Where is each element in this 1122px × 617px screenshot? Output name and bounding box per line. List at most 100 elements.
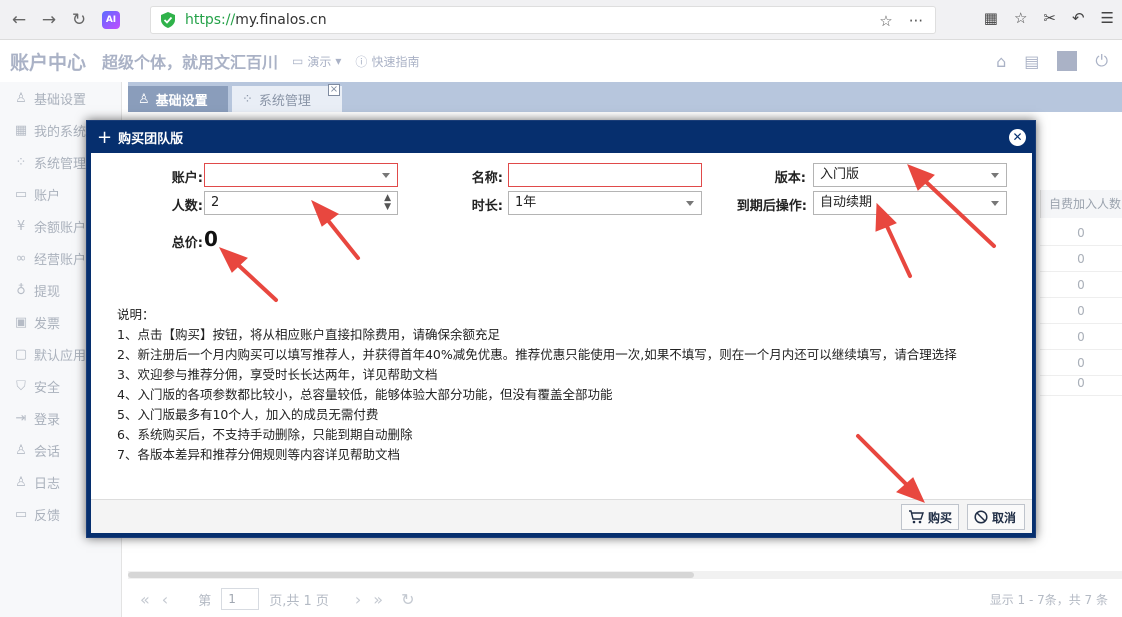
ai-extension-icon[interactable]: AI <box>102 10 120 29</box>
sidebar-item-label: 余额账户 <box>34 220 87 236</box>
name-input[interactable] <box>508 163 702 187</box>
table-cell: 0 <box>1040 246 1122 272</box>
tab-strip: ♙ 基础设置 ⁘ 系统管理 × <box>128 82 1122 112</box>
version-label: 版本: <box>774 171 806 186</box>
yen-icon: ¥ <box>16 218 26 234</box>
address-bar[interactable]: https://my.finalos.cn ☆ ··· <box>150 6 936 34</box>
avatar[interactable] <box>1057 51 1078 71</box>
users-icon: ♙ <box>15 442 27 458</box>
purchase-team-dialog: + 购买团队版 ✕ 账户: 名称: 版本: 入门版 人数: 2 ▲ ▼ 时长: 1… <box>86 120 1036 538</box>
menu-icon[interactable]: ☰ <box>1101 9 1114 27</box>
last-page-icon[interactable]: » <box>373 590 383 609</box>
pagination-bar: « ‹ 第 1 页,共 1 页 › » ↻ 显示 1 - 7条，共 7 条 <box>128 583 1122 615</box>
book-icon: ▭ <box>292 54 304 68</box>
link-icon: ∞ <box>15 250 27 266</box>
invoice-icon: ▣ <box>14 314 28 330</box>
account-label: 账户: <box>171 171 203 186</box>
notes-line: 4、入门版的各项参数都比较小，总容量较低，能够体验大部分功能，但没有覆盖全部功能 <box>117 387 613 402</box>
page-total: 页,共 1 页 <box>269 593 329 609</box>
plus-icon: + <box>97 126 113 148</box>
sidebar-item-label: 发票 <box>34 316 61 332</box>
app-title: 账户中心 <box>10 51 87 74</box>
sidebar-item-label: 系统管理 <box>34 156 87 172</box>
prev-page-icon[interactable]: ‹ <box>162 590 168 609</box>
screenshot-cut-icon[interactable]: ✂ <box>1043 9 1056 27</box>
notes-line: 3、欢迎参与推荐分佣，享受时长长达两年，详见帮助文档 <box>117 367 438 382</box>
sidebar-item-basic-settings[interactable]: ♙ 基础设置 <box>0 82 121 114</box>
account-select[interactable] <box>204 163 398 187</box>
version-select[interactable]: 入门版 <box>813 163 1007 187</box>
cancel-circle-icon <box>974 510 988 524</box>
document-icon[interactable]: ▤ <box>1024 52 1039 71</box>
notes-line: 5、入门版最多有10个人，加入的成员无需付费 <box>117 407 379 422</box>
close-icon[interactable]: ✕ <box>1009 129 1026 146</box>
reload-icon[interactable]: ↻ <box>68 9 90 31</box>
page-label: 第 <box>198 593 212 609</box>
buy-label: 购买 <box>928 510 953 525</box>
app-icon: ▢ <box>14 346 28 362</box>
page-number-input[interactable]: 1 <box>221 588 260 610</box>
power-icon[interactable]: ⏻ <box>1095 51 1108 71</box>
chevron-down-icon: ▾ <box>335 54 342 68</box>
shield-icon: ⛉ <box>16 378 26 394</box>
notes-line: 说明： <box>117 307 155 322</box>
table-cell: 0 <box>1040 220 1122 246</box>
count-stepper[interactable]: 2 ▲ ▼ <box>204 191 398 215</box>
buy-button[interactable]: 购买 <box>901 504 959 530</box>
expire-action-select[interactable]: 自动续期 <box>813 191 1007 215</box>
first-page-icon[interactable]: « <box>140 590 150 609</box>
guide-link[interactable]: ⓘ 快速指南 <box>355 53 419 70</box>
next-page-icon[interactable]: › <box>355 590 361 609</box>
tab-close-icon[interactable]: × <box>328 84 340 96</box>
home-icon[interactable]: ⌂ <box>996 52 1006 71</box>
log-icon: ♙ <box>15 474 27 490</box>
more-icon[interactable]: ··· <box>909 12 923 30</box>
table-cell: 0 <box>1040 272 1122 298</box>
sidebar-item-label: 账户 <box>34 188 61 204</box>
sidebar-item-label: 安全 <box>34 380 61 396</box>
chevron-down-icon <box>382 173 390 178</box>
stepper-arrows-icon[interactable]: ▲ ▼ <box>384 194 391 212</box>
bookmark-star-icon[interactable]: ☆ <box>879 12 892 30</box>
tab-system-management[interactable]: ⁘ 系统管理 <box>232 86 342 112</box>
undo-icon[interactable]: ↶ <box>1072 9 1085 27</box>
bag-icon: ♁ <box>16 282 26 298</box>
column-header[interactable]: 自费加入人数 <box>1040 190 1122 218</box>
browser-toolbar: ← → ↻ AI https://my.finalos.cn ☆ ··· ▦ ☆… <box>0 0 1122 40</box>
dialog-title-bar[interactable]: + 购买团队版 <box>87 121 1035 153</box>
expire-action-label: 到期后操作: <box>736 199 807 214</box>
refresh-icon[interactable]: ↻ <box>401 590 414 609</box>
apps-grid-icon[interactable]: ▦ <box>984 9 998 27</box>
secure-shield-icon <box>161 12 175 28</box>
duration-select[interactable]: 1年 <box>508 191 702 215</box>
wallet-icon: ▭ <box>14 186 28 202</box>
scrollbar-thumb[interactable] <box>128 572 694 578</box>
dialog-title: 购买团队版 <box>118 131 184 147</box>
demo-link[interactable]: ▭ 演示 ▾ <box>292 53 341 70</box>
sidebar-item-label: 经营账户 <box>34 252 87 268</box>
sidebar-item-label: 我的系统 <box>34 124 87 140</box>
instructions: 说明： 1、点击【购买】按钮，将从相应账户直接扣除费用，请确保余额充足 2、新注… <box>117 305 957 465</box>
tab-basic-settings[interactable]: ♙ 基础设置 <box>128 86 228 112</box>
app-header: 账户中心 超级个体，就用文汇百川 ▭ 演示 ▾ ⓘ 快速指南 ⌂ ▤ ⏻ <box>0 41 1122 81</box>
sidebar-item-label: 反馈 <box>34 508 61 524</box>
horizontal-scrollbar[interactable] <box>128 571 1122 579</box>
notes-line: 1、点击【购买】按钮，将从相应账户直接扣除费用，请确保余额充足 <box>117 327 500 342</box>
grid-icon: ▦ <box>14 122 28 138</box>
table-cell: 0 <box>1040 298 1122 324</box>
favorites-icon[interactable]: ☆ <box>1014 9 1027 27</box>
sidebar-item-label: 会话 <box>34 444 61 460</box>
sidebar-item-label: 默认应用 <box>34 348 87 364</box>
dialog-body: 账户: 名称: 版本: 入门版 人数: 2 ▲ ▼ 时长: 1年 到期后操作: 自… <box>91 153 1032 499</box>
sidebar-item-label: 提现 <box>34 284 61 300</box>
table-cell: 0 <box>1040 370 1122 396</box>
sidebar-item-label: 日志 <box>34 476 61 492</box>
cancel-button[interactable]: 取消 <box>967 504 1025 530</box>
dots-icon: ⁘ <box>242 91 253 107</box>
forward-icon[interactable]: → <box>38 9 60 31</box>
duration-label: 时长: <box>471 199 503 214</box>
dialog-footer: 购买 取消 <box>91 499 1032 533</box>
back-icon[interactable]: ← <box>8 9 30 31</box>
total-label: 总价: <box>171 236 203 251</box>
table-cell: 0 <box>1040 324 1122 350</box>
